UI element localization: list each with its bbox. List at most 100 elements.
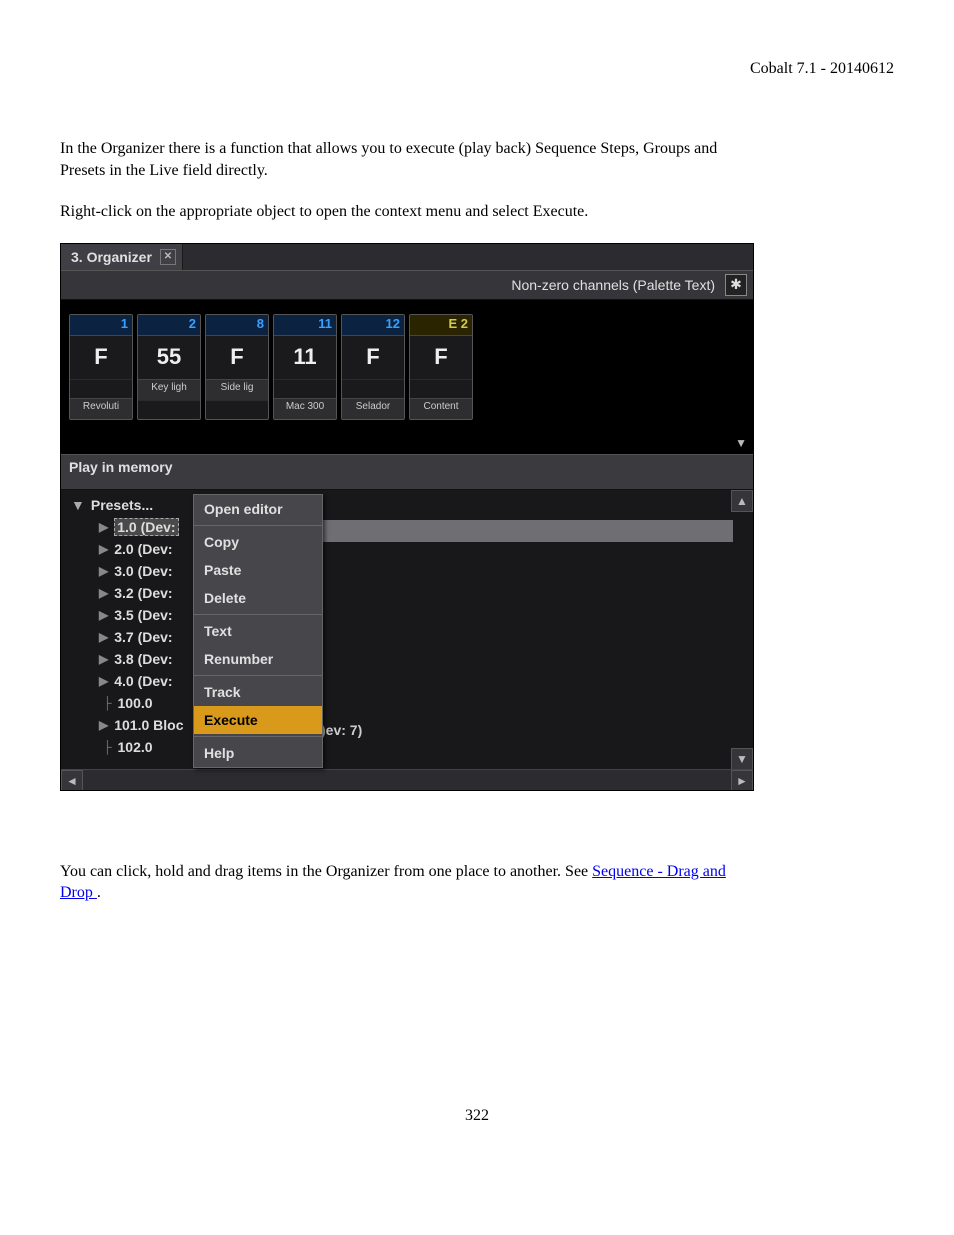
tree-item-label: 101.0 Bloc — [114, 717, 183, 733]
channel-value: F — [70, 336, 132, 379]
gear-icon[interactable]: ✱ — [725, 274, 747, 296]
tree-item[interactable]: ▶ 3.5 (Dev: — [71, 604, 753, 626]
tree-item-label: 3.0 (Dev: — [114, 563, 172, 579]
channel-sublabel: Key ligh — [138, 379, 200, 400]
channel-sublabel — [342, 379, 404, 398]
tree-root-label: Presets... — [91, 497, 153, 513]
channel-cell[interactable]: 255Key ligh — [137, 314, 201, 420]
tree-branch-icon: ├ — [103, 696, 112, 710]
chevron-right-icon: ▶ — [99, 564, 108, 578]
chevron-right-icon: ▶ — [99, 718, 108, 732]
tree-item[interactable]: ▶ 3.8 (Dev: — [71, 648, 753, 670]
menu-separator — [194, 675, 322, 676]
horizontal-scrollbar[interactable]: ◄ ► — [61, 769, 753, 790]
scroll-right-icon[interactable]: ► — [731, 770, 753, 790]
scroll-left-icon[interactable]: ◄ — [61, 770, 83, 790]
menu-item-text[interactable]: Text — [194, 617, 322, 645]
tree-item-label: 100.0 — [118, 695, 153, 711]
page-number: 322 — [0, 1107, 954, 1125]
channel-value: 11 — [274, 336, 336, 379]
menu-item-copy[interactable]: Copy — [194, 528, 322, 556]
channel-footer: Content — [410, 398, 472, 419]
channel-number: 2 — [138, 315, 200, 336]
tree-item-label: 102.0 — [118, 739, 153, 755]
channel-number: 8 — [206, 315, 268, 336]
outro-text-a: You can click, hold and drag items in th… — [60, 863, 592, 880]
channel-footer: Selador — [342, 398, 404, 419]
tree-item[interactable]: ▶ 2.0 (Dev: — [71, 538, 753, 560]
tree-item-label: 3.5 (Dev: — [114, 607, 172, 623]
channel-sublabel — [410, 379, 472, 398]
close-icon[interactable]: ✕ — [160, 249, 176, 265]
tree-item-label: 2.0 (Dev: — [114, 541, 172, 557]
menu-item-track[interactable]: Track — [194, 678, 322, 706]
chevron-right-icon: ▶ — [99, 586, 108, 600]
channel-cell[interactable]: 1111 Mac 300 — [273, 314, 337, 420]
channel-number: 11 — [274, 315, 336, 336]
section-bar: Play in memory — [61, 454, 753, 490]
tree-root[interactable]: ▼ Presets... — [71, 494, 753, 516]
channel-cell[interactable]: 8FSide lig — [205, 314, 269, 420]
chevron-right-icon: ▶ — [99, 674, 108, 688]
preset-tree: ▼ Presets... ▶1.0 (Dev:▶2.0 (Dev:▶3.0 (D… — [61, 490, 753, 762]
outro-text-b: . — [97, 884, 101, 901]
menu-item-open-editor[interactable]: Open editor — [194, 495, 322, 523]
tree-item[interactable]: ▶ 3.2 (Dev: — [71, 582, 753, 604]
chevron-right-icon: ▶ — [99, 520, 108, 534]
channel-value: F — [342, 336, 404, 379]
chevron-right-icon: ▶ — [99, 542, 108, 556]
status-row: Non-zero channels (Palette Text) ✱ — [61, 270, 753, 300]
chevron-right-icon: ▶ — [99, 630, 108, 644]
tree-item[interactable]: ▶ 101.0 Bloc — [71, 714, 753, 736]
channel-number: E 2 — [410, 315, 472, 336]
tree-item-label: 3.7 (Dev: — [114, 629, 172, 645]
tree-item[interactable]: ▶1.0 (Dev: — [71, 516, 753, 538]
tree-item[interactable]: ├ 102.0 — [71, 736, 753, 758]
tree-item[interactable]: ▶ 3.7 (Dev: — [71, 626, 753, 648]
channel-footer: Mac 300 — [274, 398, 336, 419]
chevron-down-icon[interactable]: ▼ — [735, 436, 747, 450]
tree-branch-icon: ├ — [103, 740, 112, 754]
menu-separator — [194, 736, 322, 737]
status-text: Non-zero channels (Palette Text) — [511, 277, 715, 293]
channel-cells-area: 1FRevoluti255Key ligh8FSide lig1111Mac 3… — [61, 300, 753, 454]
tree-item[interactable]: ▶ 4.0 (Dev: — [71, 670, 753, 692]
context-menu: Open editor CopyPasteDelete TextRenumber Tr… — [193, 494, 323, 768]
menu-item-execute[interactable]: Execute — [194, 706, 322, 734]
channel-footer — [206, 400, 268, 419]
channel-value: F — [206, 336, 268, 379]
channel-cell[interactable]: 1F Revoluti — [69, 314, 133, 420]
intro-paragraph-2: Right-click on the appropriate object to… — [60, 201, 760, 223]
tree-item[interactable]: ├ 100.0 — [71, 692, 753, 714]
intro-paragraph-1: In the Organizer there is a function tha… — [60, 138, 760, 181]
channel-number: 1 — [70, 315, 132, 336]
tree-item-label: 3.2 (Dev: — [114, 585, 172, 601]
chevron-down-icon: ▼ — [71, 497, 85, 513]
channel-sublabel — [274, 379, 336, 398]
menu-item-paste[interactable]: Paste — [194, 556, 322, 584]
organizer-screenshot: 3. Organizer ✕ Non-zero channels (Palett… — [60, 243, 754, 791]
chevron-right-icon: ▶ — [99, 608, 108, 622]
tab-organizer[interactable]: 3. Organizer ✕ — [61, 244, 183, 270]
tree-item-label: 3.8 (Dev: — [114, 651, 172, 667]
tree-item[interactable]: ▶ 3.0 (Dev: — [71, 560, 753, 582]
tree-item-label: 4.0 (Dev: — [114, 673, 172, 689]
tab-bar: 3. Organizer ✕ — [61, 244, 753, 270]
menu-item-renumber[interactable]: Renumber — [194, 645, 322, 673]
channel-value: F — [410, 336, 472, 379]
tab-title: 3. Organizer — [71, 249, 152, 265]
channel-cell[interactable]: 12F Selador — [341, 314, 405, 420]
channel-number: 12 — [342, 315, 404, 336]
channel-footer: Revoluti — [70, 398, 132, 419]
channel-value: 55 — [138, 336, 200, 379]
menu-separator — [194, 614, 322, 615]
menu-item-help[interactable]: Help — [194, 739, 322, 767]
channel-cell[interactable]: E 2F Content — [409, 314, 473, 420]
outro-paragraph: You can click, hold and drag items in th… — [60, 861, 760, 904]
menu-separator — [194, 525, 322, 526]
menu-item-delete[interactable]: Delete — [194, 584, 322, 612]
channel-sublabel — [70, 379, 132, 398]
page-header: Cobalt 7.1 - 20140612 — [60, 60, 894, 78]
tree-pane: ▲ ▼ ▼ Presets... ▶1.0 (Dev:▶2.0 (Dev:▶3.… — [61, 490, 753, 790]
chevron-right-icon: ▶ — [99, 652, 108, 666]
